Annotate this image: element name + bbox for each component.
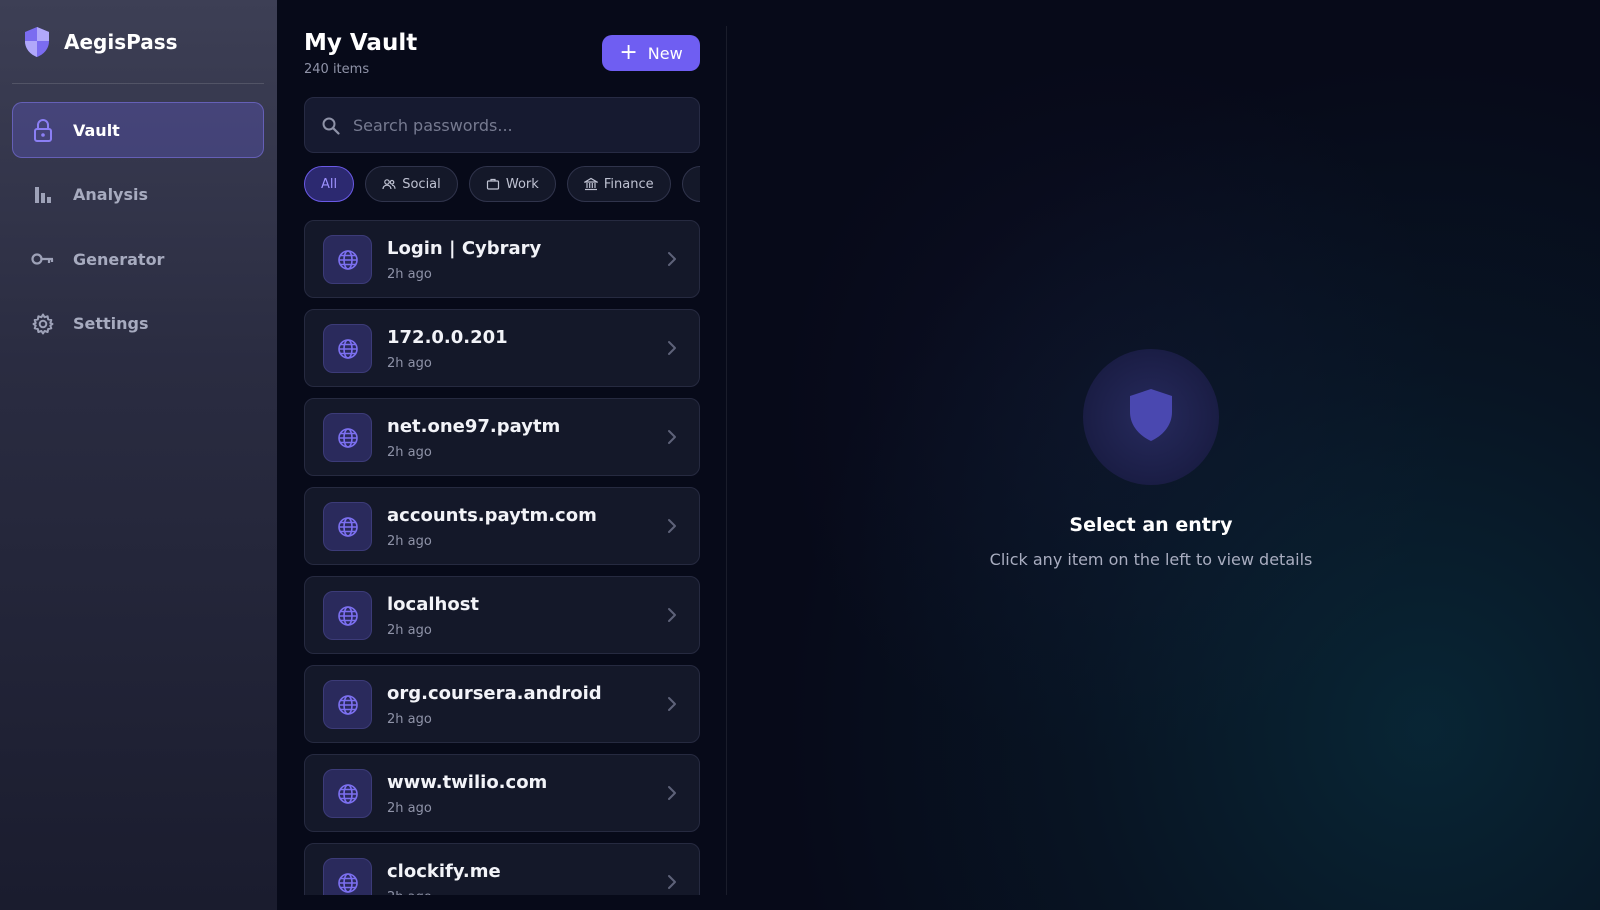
entry-title: org.coursera.android: [387, 683, 602, 704]
filter-chip-finance[interactable]: Finance: [566, 166, 671, 202]
list-item[interactable]: 172.0.0.201 2h ago: [304, 309, 700, 387]
entry-title: clockify.me: [387, 861, 501, 882]
entry-timestamp: 2h ago: [387, 712, 432, 727]
filter-chip-label: Work: [505, 176, 539, 192]
globe-icon: [323, 591, 372, 640]
sidebar-item-vault[interactable]: Vault: [12, 102, 264, 158]
sidebar-item-analysis[interactable]: Analysis: [12, 167, 264, 223]
briefcase-icon: [486, 177, 500, 191]
list-item[interactable]: net.one97.paytm 2h ago: [304, 398, 700, 476]
page-title: My Vault: [304, 30, 418, 56]
lock-icon: [31, 118, 55, 142]
users-icon: [382, 177, 396, 191]
entry-timestamp: 2h ago: [387, 534, 432, 549]
entry-title: net.one97.paytm: [387, 416, 561, 437]
sidebar-nav: Vault Analysis Generator Settings: [12, 102, 264, 360]
sidebar-item-generator[interactable]: Generator: [12, 231, 264, 287]
sidebar: AegisPass Vault Analysis Generator Setti…: [0, 0, 277, 910]
key-icon: [31, 247, 55, 271]
list-item[interactable]: accounts.paytm.com 2h ago: [304, 487, 700, 565]
sidebar-divider: [12, 83, 264, 84]
item-count: 240 items: [304, 62, 370, 77]
entry-timestamp: 2h ago: [387, 267, 432, 282]
globe-icon: [323, 502, 372, 551]
sidebar-item-label: Generator: [73, 249, 165, 269]
globe-icon: [323, 235, 372, 284]
entry-title: 172.0.0.201: [387, 327, 508, 348]
globe-icon: [323, 769, 372, 818]
empty-state-title: Select an entry: [1069, 514, 1233, 536]
entry-timestamp: 2h ago: [387, 623, 432, 638]
empty-state-badge: [1083, 349, 1219, 485]
bar-chart-icon: [31, 183, 55, 207]
globe-icon: [323, 413, 372, 462]
shield-icon: [1128, 388, 1174, 446]
filter-chip-label: All: [321, 176, 338, 192]
bank-icon: [582, 177, 600, 191]
chevron-right-icon: [667, 429, 677, 445]
chevron-right-icon: [667, 340, 677, 356]
entry-timestamp: 2h ago: [387, 801, 432, 816]
app-name: AegisPass: [64, 30, 178, 54]
gear-icon: [31, 312, 55, 336]
chevron-right-icon: [667, 251, 677, 267]
list-item[interactable]: clockify.me 2h ago: [304, 843, 700, 895]
new-item-button[interactable]: + New: [602, 35, 700, 71]
list-item[interactable]: Login | Cybrary 2h ago: [304, 220, 700, 298]
sidebar-item-label: Analysis: [73, 185, 149, 204]
entry-title: localhost: [387, 594, 480, 615]
shield-logo-icon: [24, 26, 50, 58]
plus-icon: +: [619, 40, 638, 65]
person-icon: [699, 177, 700, 191]
chevron-right-icon: [667, 518, 677, 534]
entry-title: accounts.paytm.com: [387, 505, 597, 526]
list-item[interactable]: localhost 2h ago: [304, 576, 700, 654]
entry-title: www.twilio.com: [387, 772, 548, 793]
list-item[interactable]: org.coursera.android 2h ago: [304, 665, 700, 743]
brand: AegisPass: [24, 26, 178, 58]
globe-icon: [323, 680, 372, 729]
entry-list: Login | Cybrary 2h ago 172.0.0.201 2h ago ne…: [304, 220, 700, 895]
new-button-label: New: [647, 43, 683, 63]
chevron-right-icon: [667, 785, 677, 801]
filter-chip-social[interactable]: Social: [365, 166, 458, 202]
entry-title: Login | Cybrary: [387, 238, 542, 259]
entry-timestamp: 2h ago: [387, 445, 432, 460]
globe-icon: [323, 858, 372, 895]
filter-chip-label: Social: [402, 176, 441, 192]
chevron-right-icon: [667, 874, 677, 890]
globe-icon: [323, 324, 372, 373]
filter-chip-label: Finance: [603, 176, 654, 192]
sidebar-item-settings[interactable]: Settings: [12, 296, 264, 352]
entry-timestamp: 2h ago: [387, 356, 432, 371]
search-box: [304, 97, 700, 153]
vault-list-panel: My Vault 240 items + New All Social: [304, 0, 700, 895]
list-item[interactable]: www.twilio.com 2h ago: [304, 754, 700, 832]
filter-chip-all[interactable]: All: [304, 166, 355, 202]
sidebar-item-label: Settings: [73, 314, 149, 333]
detail-panel: Select an entry Click any item on the le…: [727, 0, 1600, 910]
chevron-right-icon: [667, 696, 677, 712]
search-input[interactable]: [353, 100, 683, 150]
empty-state: Select an entry Click any item on the le…: [727, 0, 1575, 910]
filter-chips: All Social Work Finance: [304, 166, 700, 202]
filter-chip-work[interactable]: Work: [468, 166, 556, 202]
sidebar-item-label: Vault: [73, 120, 120, 140]
chevron-right-icon: [667, 607, 677, 623]
empty-state-subtitle: Click any item on the left to view detai…: [989, 550, 1313, 569]
filter-chip-personal[interactable]: [681, 166, 700, 202]
entry-timestamp: 2h ago: [387, 890, 432, 895]
search-icon: [321, 116, 341, 136]
